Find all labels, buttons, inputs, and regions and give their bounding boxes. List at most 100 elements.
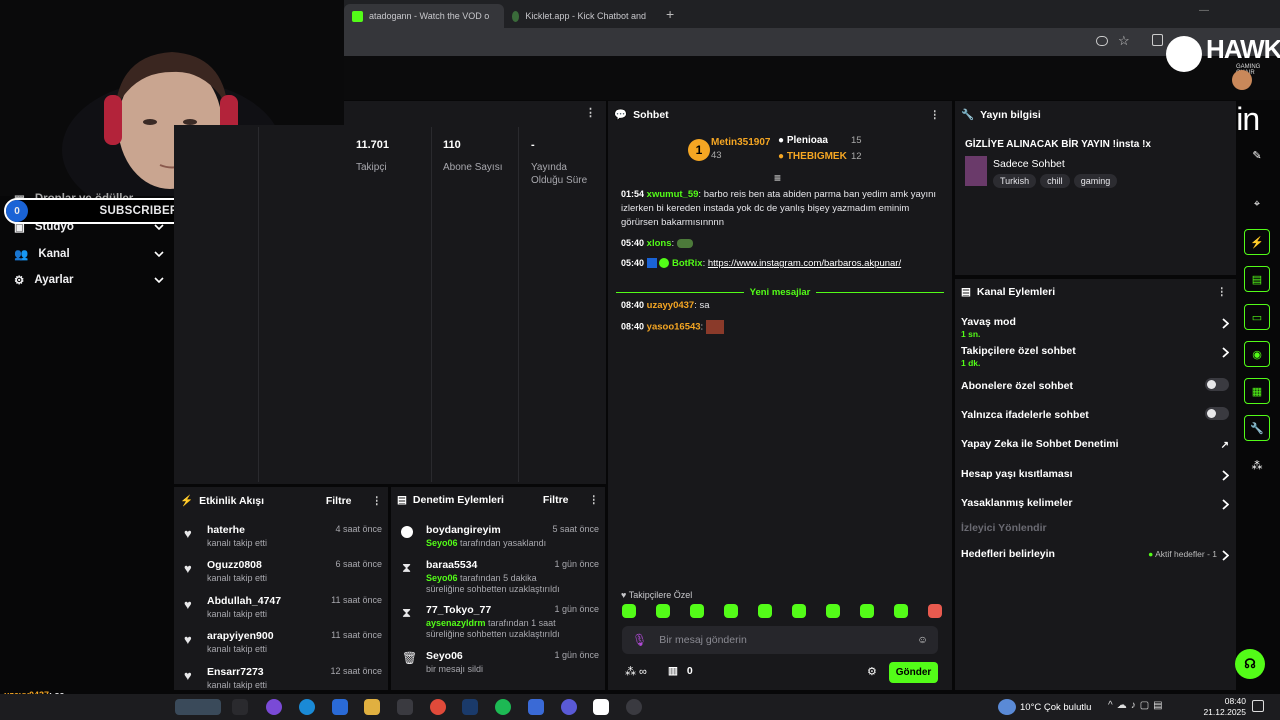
banned-words-row[interactable]: Yasaklanmış kelimeler [961, 497, 1230, 510]
more-icon[interactable]: ⋮ [930, 109, 941, 121]
list-item[interactable]: ♥ Oguzz0808 kanalı takip etti 6 saat önc… [182, 559, 382, 595]
eye-off-icon[interactable] [1096, 36, 1108, 46]
lightning-icon[interactable]: ⚡ [1244, 229, 1270, 255]
document-icon[interactable]: ▤ [1244, 266, 1270, 292]
spotify-icon[interactable] [495, 699, 511, 715]
task-view-icon[interactable] [232, 699, 248, 715]
target-icon[interactable]: ⌖ [1244, 191, 1270, 217]
channel-points-icon[interactable]: ⁂ ∞ [625, 665, 647, 678]
emoji-icon[interactable]: ☺ [917, 634, 928, 646]
tag[interactable]: Turkish [993, 174, 1037, 188]
broadcast-icon[interactable]: ◉ [1244, 341, 1270, 367]
browser-tab-kick[interactable]: atadogann - Watch the VOD o [344, 4, 504, 28]
slow-mode-row[interactable]: Yavaş mod 1 sn. [961, 316, 1230, 339]
filter-button[interactable]: Filtre [543, 494, 569, 506]
collapse-icon[interactable]: ≡ [774, 171, 781, 185]
chrome-icon[interactable] [430, 699, 446, 715]
ai-moderation-row[interactable]: Yapay Zeka ile Sohbet Denetimi ↗ [961, 438, 1229, 451]
leaderboard-name[interactable]: ● Plenioaa [778, 135, 828, 146]
leaderboard-count: 12 [851, 151, 862, 162]
discord-icon[interactable] [561, 699, 577, 715]
list-item[interactable]: ♥ Ensarr7273 kanalı takip etti 12 saat ö… [182, 666, 382, 690]
emote-icon[interactable] [894, 604, 908, 618]
emote-icon[interactable] [622, 604, 636, 618]
minimize-button[interactable]: — [1199, 5, 1209, 16]
list-item[interactable]: ♥ arapyiyen900 kanalı takip etti 11 saat… [182, 630, 382, 666]
account-age-row[interactable]: Hesap yaşı kısıtlaması [961, 468, 1230, 481]
layout-icon[interactable]: ▦ [1244, 378, 1270, 404]
sidebar-item-settings[interactable]: ⚙ Ayarlar [14, 273, 164, 287]
panel-title: Sohbet [633, 108, 669, 121]
widgets-icon[interactable] [175, 699, 221, 715]
activity-feed-panel: ⚡ Etkinlik Akışı Filtre ⋮ ♥ haterhe kana… [174, 487, 388, 690]
new-tab-button[interactable]: + [666, 6, 674, 22]
send-button[interactable]: Gönder [889, 662, 938, 683]
obs-icon[interactable] [626, 699, 642, 715]
microphone-icon[interactable]: 🎙 [632, 633, 647, 647]
leaderboard-first-name[interactable]: Metin351907 [711, 137, 770, 148]
emote-icon[interactable] [792, 604, 806, 618]
subscribers-only-row[interactable]: Abonelere özel sohbet [961, 378, 1229, 392]
extensions-icon[interactable] [1152, 34, 1163, 46]
steam-icon[interactable] [462, 699, 478, 715]
clock[interactable]: 08:40 21.12.2025 [1198, 696, 1246, 717]
followers-only-row[interactable]: Takipçilere özel sohbet 1 dk. [961, 345, 1230, 368]
emote-only-toggle[interactable] [1205, 407, 1229, 420]
support-button[interactable]: ☊ [1235, 649, 1265, 679]
list-item[interactable]: 🗑 Seyo06 bir mesajı sildi 1 gün önce [401, 650, 599, 688]
leaderboard-name[interactable]: ● THEBIGMEK [778, 151, 847, 162]
filter-button[interactable]: Filtre [326, 495, 352, 507]
folder-icon[interactable] [364, 699, 380, 715]
action-value: 1 sn. [961, 329, 981, 339]
mail-icon[interactable] [332, 699, 348, 715]
wrench-icon[interactable]: 🔧 [1244, 415, 1270, 441]
more-icon[interactable]: ⋮ [589, 494, 600, 506]
xbox-icon[interactable] [397, 699, 413, 715]
notification-icon[interactable] [1252, 700, 1264, 712]
edge-icon[interactable] [299, 699, 315, 715]
app-icon[interactable] [528, 699, 544, 715]
stream-title[interactable]: GİZLİYE ALINACAK BİR YAYIN !insta !x [965, 139, 1151, 150]
list-item[interactable]: ♥ Abdullah_4747 kanalı takip etti 11 saa… [182, 595, 382, 631]
avatar[interactable] [1232, 70, 1252, 90]
emote-icon[interactable] [826, 604, 840, 618]
leaderboard-first-count: 43 [711, 150, 722, 161]
emote-icon[interactable] [656, 604, 670, 618]
system-tray-icons[interactable]: ^☁♪▢▤ [1108, 700, 1167, 711]
more-icon[interactable]: ⋮ [1217, 286, 1228, 298]
list-item[interactable]: boydangireyim Seyo06 tarafından yasaklan… [401, 524, 599, 562]
copilot-icon[interactable] [266, 699, 282, 715]
emote-icon[interactable] [928, 604, 942, 618]
emote-icon[interactable] [758, 604, 772, 618]
emote-icon[interactable] [860, 604, 874, 618]
action-label: Yavaş mod [961, 316, 1016, 328]
stat-label: Yayında Olduğu Süre [531, 162, 588, 186]
emote-icon[interactable] [690, 604, 704, 618]
moderation-time: 1 gün önce [554, 559, 599, 569]
browser-tab-kicklet[interactable]: Kicklet.app - Kick Chatbot and [504, 4, 654, 28]
chat-bubble-icon[interactable]: ▭ [1244, 304, 1270, 330]
goals-row[interactable]: Hedefleri belirleyin ● Aktif hedefler - … [961, 548, 1230, 561]
chat-link[interactable]: https://www.instagram.com/barbaros.akpun… [708, 258, 901, 269]
capcut-icon[interactable] [593, 699, 609, 715]
gear-icon[interactable]: ⚙ [867, 665, 877, 678]
emote-quick-bar [622, 604, 942, 618]
emote-only-row[interactable]: Yalnızca ifadelerle sohbet [961, 407, 1229, 421]
channel-points-icon[interactable]: ⁂ [1244, 452, 1270, 478]
edit-icon[interactable]: ✎ [1244, 142, 1270, 168]
weather-text[interactable]: 10°C Çok bulutlu [1020, 702, 1091, 713]
sidebar-item-channel[interactable]: 👥 Kanal [14, 247, 164, 261]
weather-icon[interactable] [998, 699, 1016, 715]
more-icon[interactable]: ⋮ [372, 495, 383, 507]
list-item[interactable]: ♥ haterhe kanalı takip etti 4 saat önce [182, 524, 382, 560]
list-item[interactable]: ⧗ 77_Tokyo_77 aysenazyldrm tarafından 1 … [401, 604, 599, 642]
star-icon[interactable]: ☆ [1118, 33, 1130, 49]
list-item[interactable]: ⧗ baraa5534 Seyo06 tarafından 5 dakika s… [401, 559, 599, 597]
chat-input[interactable]: 🎙 Bir mesaj gönderin ☺ [622, 626, 938, 654]
tag[interactable]: gaming [1073, 174, 1118, 188]
more-icon[interactable]: ⋮ [585, 106, 596, 119]
subscribers-only-toggle[interactable] [1205, 378, 1229, 391]
emote-icon[interactable] [724, 604, 738, 618]
stream-category[interactable]: Sadece Sohbet [993, 158, 1065, 170]
tag[interactable]: chill [1040, 174, 1070, 188]
